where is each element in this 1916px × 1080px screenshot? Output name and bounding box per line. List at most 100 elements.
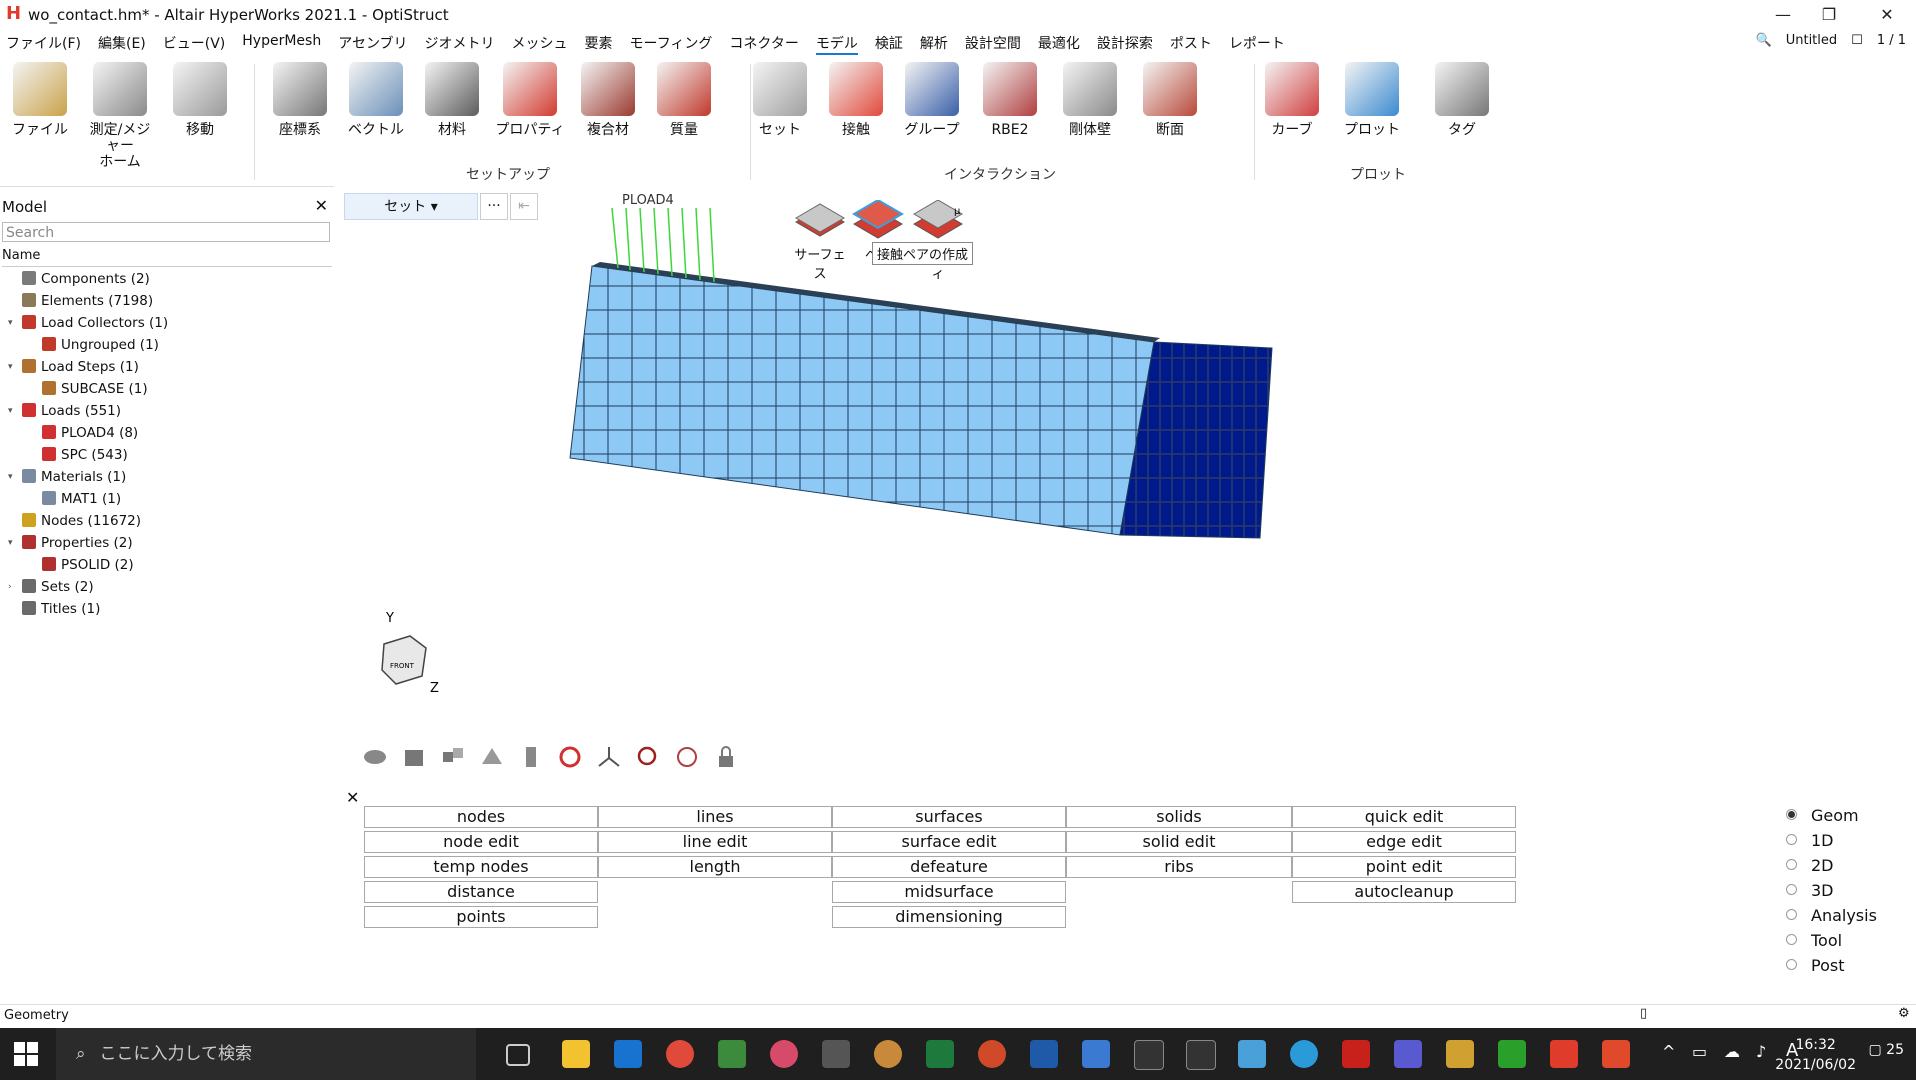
terminal-icon-2[interactable]	[1186, 1040, 1216, 1070]
tree-item[interactable]: Components (2)	[0, 268, 334, 290]
panel-button-1-2[interactable]: length	[598, 856, 832, 878]
isolate-icon[interactable]	[440, 744, 466, 770]
ribbon-tool-15[interactable]: カーブ	[1256, 62, 1328, 138]
menu-item-4[interactable]: アセンブリ	[338, 33, 407, 55]
radio-1[interactable]: 1D	[1786, 829, 1834, 853]
app-icon-2[interactable]	[1082, 1040, 1110, 1068]
model-search-input[interactable]: Search	[2, 222, 330, 242]
menu-item-9[interactable]: コネクター	[729, 33, 798, 55]
acrobat-icon[interactable]	[1342, 1040, 1370, 1068]
tree-item[interactable]: ▾ Loads (551)	[0, 400, 334, 422]
media-icon[interactable]	[1446, 1040, 1474, 1068]
radio-5[interactable]: Tool	[1786, 929, 1842, 953]
visualization-icon[interactable]	[362, 744, 388, 770]
app-icon-5[interactable]	[1498, 1040, 1526, 1068]
app-icon-1[interactable]	[770, 1040, 798, 1068]
ribbon-tool-11[interactable]: グループ	[896, 62, 968, 138]
ribbon-tool-6[interactable]: プロパティ	[494, 62, 566, 138]
mask-icon[interactable]	[479, 744, 505, 770]
menu-item-15[interactable]: 設計探索	[1097, 33, 1153, 55]
ribbon-tool-4[interactable]: ベクトル	[340, 62, 412, 138]
ribbon-tool-1[interactable]: 測定/メジャー ホーム	[84, 62, 156, 170]
ribbon-tool-14[interactable]: 断面	[1134, 62, 1206, 138]
chrome-icon[interactable]	[666, 1040, 694, 1068]
file-explorer-icon[interactable]	[562, 1040, 590, 1068]
panel-button-4-1[interactable]: edge edit	[1292, 831, 1516, 853]
app-icon-4[interactable]	[1290, 1040, 1318, 1068]
set-dropdown-button[interactable]: セット ▾	[344, 193, 478, 220]
popup-surface[interactable]: サーフェス	[790, 200, 850, 282]
name-column-header[interactable]: Name	[2, 246, 332, 267]
powerpoint-icon[interactable]	[978, 1040, 1006, 1068]
panel-button-3-0[interactable]: solids	[1066, 806, 1292, 828]
panel-button-3-2[interactable]: ribs	[1066, 856, 1292, 878]
panel-button-0-3[interactable]: distance	[364, 881, 598, 903]
menu-item-6[interactable]: メッシュ	[512, 33, 568, 55]
menu-item-7[interactable]: 要素	[585, 33, 613, 55]
panel-button-1-1[interactable]: line edit	[598, 831, 832, 853]
ribbon-tool-10[interactable]: 接触	[820, 62, 892, 138]
outlook-icon[interactable]	[614, 1040, 642, 1068]
ribbon-tool-12[interactable]: RBE2	[974, 62, 1046, 138]
minimize-button[interactable]: —	[1760, 2, 1806, 28]
tree-item[interactable]: ▾ Materials (1)	[0, 466, 334, 488]
menu-item-0[interactable]: ファイル(F)	[6, 33, 81, 55]
page-indicator[interactable]: 1 / 1	[1877, 33, 1906, 48]
panel-button-4-3[interactable]: autocleanup	[1292, 881, 1516, 903]
status-cylinder-icon[interactable]: ▯	[1640, 1006, 1647, 1021]
expand-arrow-icon[interactable]: ▾	[8, 356, 13, 378]
ribbon-tool-8[interactable]: 質量	[648, 62, 720, 138]
onedrive-icon[interactable]: ☁	[1724, 1042, 1740, 1061]
tree-item[interactable]: SUBCASE (1)	[0, 378, 334, 400]
expand-arrow-icon[interactable]: ▾	[8, 466, 13, 488]
taskbar-search-input[interactable]: ⌕ ここに入力して検索	[56, 1028, 476, 1080]
panel-button-4-0[interactable]: quick edit	[1292, 806, 1516, 828]
tray-chevron-icon[interactable]: ^	[1662, 1042, 1675, 1061]
app-icon-3[interactable]	[1238, 1040, 1266, 1068]
terminal-icon-1[interactable]	[1134, 1040, 1164, 1070]
tree-item[interactable]: SPC (543)	[0, 444, 334, 466]
tree-item[interactable]: ▾ Load Steps (1)	[0, 356, 334, 378]
ribbon-tool-7[interactable]: 複合材	[572, 62, 644, 138]
menu-item-2[interactable]: ビュー(V)	[163, 33, 226, 55]
menu-item-14[interactable]: 最適化	[1038, 33, 1080, 55]
vim-icon[interactable]	[718, 1040, 746, 1068]
volume-icon[interactable]: ♪	[1756, 1042, 1766, 1061]
excel-icon[interactable]	[926, 1040, 954, 1068]
collapse-icon[interactable]: ⇤	[510, 193, 538, 220]
menu-item-3[interactable]: HyperMesh	[242, 33, 321, 55]
panel-close-icon[interactable]: ✕	[346, 788, 359, 807]
tree-item[interactable]: ▾ Properties (2)	[0, 532, 334, 554]
radio-4[interactable]: Analysis	[1786, 904, 1877, 928]
panel-button-4-2[interactable]: point edit	[1292, 856, 1516, 878]
component-icon[interactable]	[401, 744, 427, 770]
tree-item[interactable]: PSOLID (2)	[0, 554, 334, 576]
ribbon-tool-9[interactable]: セット	[744, 62, 816, 138]
notification-badge[interactable]: ▢ 25	[1868, 1042, 1904, 1058]
menu-item-5[interactable]: ジオメトリ	[425, 33, 495, 55]
expand-arrow-icon[interactable]: ▾	[8, 532, 13, 554]
3d-view-icon[interactable]	[674, 744, 700, 770]
panel-button-2-3[interactable]: midsurface	[832, 881, 1066, 903]
menu-item-12[interactable]: 解析	[920, 33, 948, 55]
close-window-button[interactable]: ✕	[1864, 2, 1910, 28]
ribbon-tool-17[interactable]: タグ	[1426, 62, 1498, 138]
menu-item-17[interactable]: レポート	[1229, 33, 1285, 55]
tree-item[interactable]: Nodes (11672)	[0, 510, 334, 532]
axis-icon[interactable]	[596, 744, 622, 770]
panel-button-1-0[interactable]: lines	[598, 806, 832, 828]
menu-item-16[interactable]: ポスト	[1170, 33, 1212, 55]
expand-arrow-icon[interactable]: ›	[8, 576, 12, 598]
hypermesh-taskbar-icon[interactable]	[1550, 1040, 1578, 1068]
tree-item[interactable]: Elements (7198)	[0, 290, 334, 312]
panel-button-2-1[interactable]: surface edit	[832, 831, 1066, 853]
restore-button[interactable]: ❐	[1806, 2, 1852, 28]
ribbon-tool-0[interactable]: ファイル	[4, 62, 76, 138]
clock[interactable]: 16:32 2021/06/02	[1775, 1035, 1856, 1075]
popup-property[interactable]: μ プロパティ	[908, 199, 968, 282]
ribbon-tool-3[interactable]: 座標系	[264, 62, 336, 138]
teams-icon[interactable]	[1394, 1040, 1422, 1068]
menu-item-13[interactable]: 設計空間	[965, 33, 1021, 55]
tree-item[interactable]: Ungrouped (1)	[0, 334, 334, 356]
radio-6[interactable]: Post	[1786, 954, 1844, 978]
